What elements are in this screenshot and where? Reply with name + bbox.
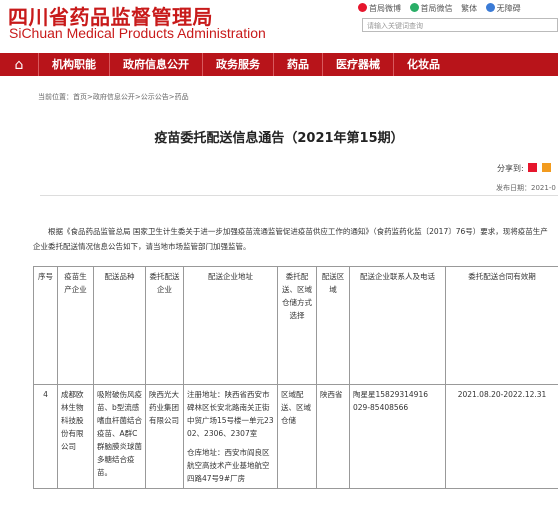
cell-address: 注册地址：陕西省西安市碑林区长安北路南关正街中贸广场15号楼一单元2302、23… (183, 384, 278, 489)
main-nav: ⌂ 机构职能 政府信息公开 政务服务 药品 医疗器械 化妆品 (0, 53, 558, 76)
accessibility-link[interactable]: 无障碍 (485, 3, 521, 13)
col-header-contact: 配送企业联系人及电话 (349, 266, 446, 385)
accessibility-icon (485, 3, 495, 12)
publish-date: 发布日期：2021-0 (496, 184, 556, 192)
col-header-no: 序号 (33, 266, 58, 385)
nav-item-govinfo[interactable]: 政府信息公开 (109, 53, 202, 76)
wechat-icon (409, 3, 419, 12)
home-icon[interactable]: ⌂ (0, 53, 38, 76)
cell-mode: 区域配送、区域仓储 (277, 384, 317, 489)
cell-validity: 2021.08.20-2022.12.31 (445, 384, 558, 489)
cell-no: 4 (33, 384, 58, 489)
col-header-validity: 委托配送合同有效期 (445, 266, 558, 385)
more-share-icon[interactable] (541, 163, 551, 172)
page-title: 疫苗委托配送信息通告（2021年第15期） (154, 131, 404, 146)
col-header-region: 配送区域 (316, 266, 350, 385)
share-label: 分享到: (497, 164, 524, 173)
traditional-link[interactable]: 繁体 (461, 4, 477, 13)
cell-producer: 成都欧林生物科技股份有限公司 (57, 384, 94, 489)
nav-item-drugs[interactable]: 药品 (273, 53, 322, 76)
distribution-table: 序号 疫苗生产企业 配送品种 委托配送企业 配送企业地址 委托配送、区域仓储方式… (33, 266, 558, 489)
table-row: 4 成都欧林生物科技股份有限公司 吸附破伤风疫苗、b型流感嗜血杆菌结合疫苗、A群… (33, 384, 558, 489)
table-header-row: 序号 疫苗生产企业 配送品种 委托配送企业 配送企业地址 委托配送、区域仓储方式… (33, 266, 558, 385)
nav-item-cosmetics[interactable]: 化妆品 (393, 53, 453, 76)
share-bar: 分享到: (497, 163, 551, 174)
cell-region: 陕西省 (316, 384, 350, 489)
divider (40, 195, 558, 196)
weibo-icon (358, 3, 367, 12)
logo-en[interactable]: SiChuan Medical Products Administration (9, 25, 266, 41)
search-input[interactable]: 请输入关键词查询 (362, 18, 558, 32)
contact-name: 陶星星15829314916 (353, 390, 428, 399)
col-header-address: 配送企业地址 (183, 266, 278, 385)
col-header-distributor: 委托配送企业 (145, 266, 184, 385)
col-header-varieties: 配送品种 (93, 266, 146, 385)
col-header-producer: 疫苗生产企业 (57, 266, 94, 385)
warehouse-address: 仓库地址：西安市阎良区航空高技术产业基地航空四路47号9#厂房 (187, 448, 270, 483)
breadcrumb[interactable]: 当前位置：首页>政府信息公开>公示公告>药品 (38, 92, 189, 102)
wechat-link[interactable]: 首局微信 (409, 3, 453, 13)
top-links: 首局微博 首局微信 繁体 无障碍 (358, 3, 527, 14)
col-header-mode: 委托配送、区域仓储方式选择 (277, 266, 317, 385)
registered-address: 注册地址：陕西省西安市碑林区长安北路南关正街中贸广场15号楼一单元2302、23… (187, 390, 274, 438)
nav-item-services[interactable]: 政务服务 (202, 53, 273, 76)
contact-phone: 029-85408566 (353, 403, 409, 412)
cell-varieties: 吸附破伤风疫苗、b型流感嗜血杆菌结合疫苗、A群C群脑膜炎球菌多糖结合疫苗。 (93, 384, 146, 489)
cell-distributor: 陕西光大药业集团有限公司 (145, 384, 184, 489)
nav-item-devices[interactable]: 医疗器械 (322, 53, 393, 76)
weibo-share-icon[interactable] (528, 163, 538, 172)
cell-contact: 陶星星15829314916 029-85408566 (349, 384, 446, 489)
intro-paragraph: 根据《食品药品监管总局 国家卫生计生委关于进一步加强疫苗流通监管促进疫苗供应工作… (33, 227, 548, 251)
site-header: 四川省药品监督管理局 SiChuan Medical Products Admi… (0, 0, 558, 50)
nav-item-org[interactable]: 机构职能 (38, 53, 109, 76)
weibo-link[interactable]: 首局微博 (358, 3, 401, 13)
